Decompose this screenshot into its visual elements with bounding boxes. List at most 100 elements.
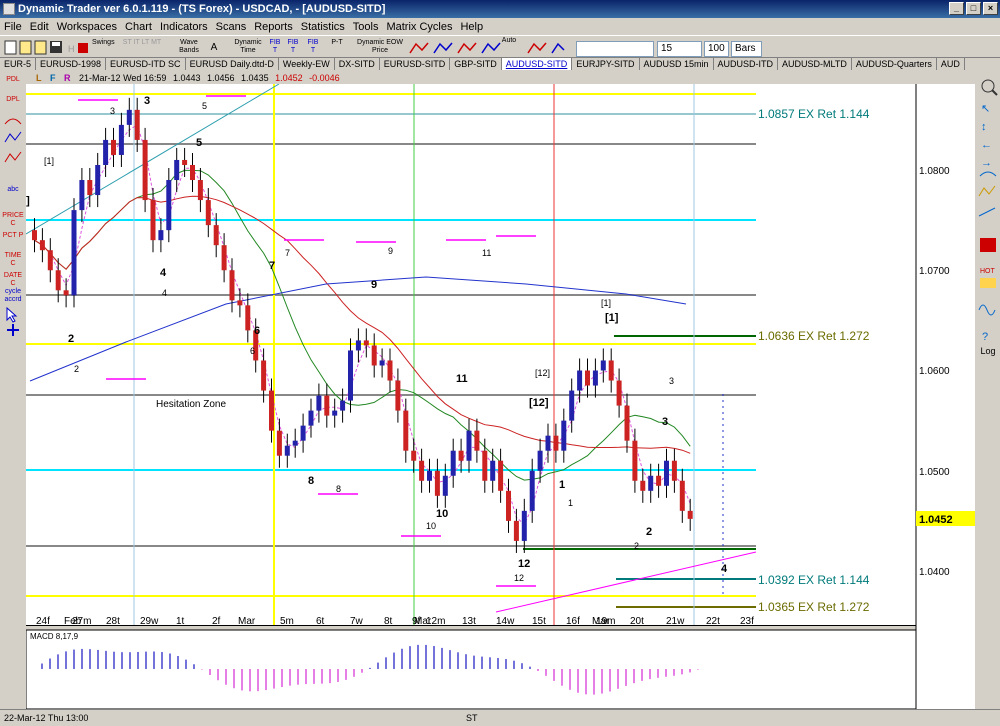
candle <box>166 180 172 231</box>
menu-matrix-cycles[interactable]: Matrix Cycles <box>386 21 452 33</box>
bars-count-select[interactable]: 15 <box>657 41 702 57</box>
dynamic-eow-button[interactable]: Dynamic EOW Price <box>356 39 404 56</box>
left-toolbox: PDL DPL abc PRICE C PCT P TIME C DATE C … <box>0 72 26 632</box>
candle <box>71 210 77 296</box>
swings-sub-label[interactable]: ST IT LT MT <box>112 39 172 56</box>
menu-file[interactable]: File <box>4 21 22 33</box>
right-tools-icons[interactable]: ↖ ↕ ← → HOT ? <box>977 78 999 348</box>
abc-tool[interactable]: abc <box>2 186 24 194</box>
menu-edit[interactable]: Edit <box>30 21 49 33</box>
date-tick-label: Mar <box>238 616 256 627</box>
wave-label: 3 <box>144 95 150 107</box>
wave-tools-icons[interactable] <box>3 112 23 172</box>
wave-label: 12 <box>518 558 530 570</box>
svg-text:?: ? <box>982 331 988 343</box>
flag-f[interactable]: F <box>50 73 56 83</box>
wave-a-button[interactable]: A <box>206 39 222 56</box>
tab-dx-sitd[interactable]: DX-SITD <box>335 58 380 70</box>
candle <box>276 430 282 456</box>
wave-label: [1] <box>601 298 611 308</box>
dynamic-time-button[interactable]: Dynamic Time <box>232 39 264 56</box>
tab-audusd-sitd[interactable]: AUDUSD-SITD <box>501 58 573 70</box>
candle <box>506 490 511 521</box>
wave-label: 8 <box>336 484 341 494</box>
auto-button[interactable]: Auto <box>500 37 518 54</box>
file-tools-icons[interactable]: H <box>4 39 90 56</box>
price-tick: 1.0400 <box>919 567 950 578</box>
wave-label: 12 <box>514 573 524 583</box>
macd-panel <box>26 629 917 709</box>
candle <box>237 300 243 306</box>
bar-close: 1.0452 <box>275 73 303 83</box>
tab-aud[interactable]: AUD <box>937 58 965 70</box>
price-chart[interactable]: 1.0857 EX Ret 1.144 1.0636 EX Ret 1.272 … <box>26 84 975 709</box>
pct-tool[interactable]: PCT P <box>2 232 24 240</box>
tab-eurusd-daily[interactable]: EURUSD Daily.dtd-D <box>186 58 279 70</box>
date-tick-label: 20t <box>630 616 644 627</box>
wave-label: [1] <box>44 156 54 166</box>
menu-indicators[interactable]: Indicators <box>160 21 208 33</box>
bars-unit-select[interactable]: Bars <box>731 41 762 57</box>
candle <box>521 510 527 541</box>
status-date: 22-Mar-12 Thu 13:00 <box>4 713 89 723</box>
candle <box>624 405 630 441</box>
candle <box>569 390 575 421</box>
wave-label: 7 <box>269 260 275 272</box>
dpl-tool[interactable]: DPL <box>2 96 24 104</box>
pdl-tool[interactable]: PDL <box>2 76 24 84</box>
date-tool[interactable]: DATE C <box>2 272 24 288</box>
minimize-button[interactable]: _ <box>949 2 964 15</box>
tab-eurusd-sitd[interactable]: EURUSD-SITD <box>380 58 451 70</box>
price-tick: 1.0500 <box>919 467 950 478</box>
bars-value-input[interactable]: 100 <box>704 41 729 57</box>
cycle-tool[interactable]: cycle accrd <box>2 288 24 304</box>
fib-t-button-2[interactable]: FIB T <box>286 39 300 56</box>
tab-audusd-15min[interactable]: AUDUSD 15min <box>640 58 714 70</box>
swings-button[interactable]: Swings <box>92 39 115 56</box>
menu-help[interactable]: Help <box>460 21 483 33</box>
date-tick-label: 19m <box>596 616 615 627</box>
candle <box>529 470 535 511</box>
flag-l[interactable]: L <box>36 73 42 83</box>
wave-label: 1 <box>559 479 565 491</box>
tab-audusd-mltd[interactable]: AUDUSD-MLTD <box>778 58 852 70</box>
flag-r[interactable]: R <box>64 73 71 83</box>
symbol-select[interactable] <box>576 41 654 57</box>
wave-bands-button[interactable]: Wave Bands <box>176 39 202 56</box>
tab-gbp-sitd[interactable]: GBP-SITD <box>450 58 502 70</box>
tab-eur-5[interactable]: EUR-5 <box>0 58 37 70</box>
wave-label: 1 <box>568 498 573 508</box>
menu-scans[interactable]: Scans <box>216 21 247 33</box>
wave-label: [1] <box>605 312 619 324</box>
date-tick-label: 16f <box>566 616 580 627</box>
tab-audusd-itd[interactable]: AUDUSD-ITD <box>714 58 779 70</box>
tab-weekly-ew[interactable]: Weekly-EW <box>279 58 335 70</box>
macd-label: MACD 8,17,9 <box>30 632 79 641</box>
price-tool[interactable]: PRICE C <box>2 212 24 228</box>
close-button[interactable]: × <box>983 2 998 15</box>
fib-t-button-1[interactable]: FIB T <box>268 39 282 56</box>
menu-reports[interactable]: Reports <box>254 21 293 33</box>
wave-label: 9 <box>388 246 393 256</box>
tab-eurusd-itd-sc[interactable]: EURUSD-ITD SC <box>106 58 186 70</box>
tab-eurjpy-sitd[interactable]: EURJPY-SITD <box>572 58 640 70</box>
menu-workspaces[interactable]: Workspaces <box>57 21 117 33</box>
pt-button[interactable]: P-T <box>328 39 346 56</box>
candle <box>39 240 45 251</box>
menu-statistics[interactable]: Statistics <box>301 21 345 33</box>
window-title: Dynamic Trader ver 6.0.1.119 - (TS Forex… <box>18 3 386 15</box>
wave-label: 2 <box>646 526 652 538</box>
drawing-tools-icons[interactable] <box>408 40 568 56</box>
menu-chart[interactable]: Chart <box>125 21 152 33</box>
time-tool[interactable]: TIME C <box>2 252 24 268</box>
pointer-icon[interactable] <box>4 306 22 338</box>
maximize-button[interactable]: □ <box>966 2 981 15</box>
log-button[interactable]: Log <box>977 346 999 356</box>
tab-eurusd-1998[interactable]: EURUSD-1998 <box>36 58 107 70</box>
fib-t-button-3[interactable]: FIB T <box>306 39 320 56</box>
tab-audusd-quarters[interactable]: AUDUSD-Quarters <box>852 58 937 70</box>
candle <box>498 460 504 491</box>
menu-tools[interactable]: Tools <box>353 21 379 33</box>
svg-text:↖: ↖ <box>981 103 990 115</box>
bar-change: -0.0046 <box>309 73 340 83</box>
